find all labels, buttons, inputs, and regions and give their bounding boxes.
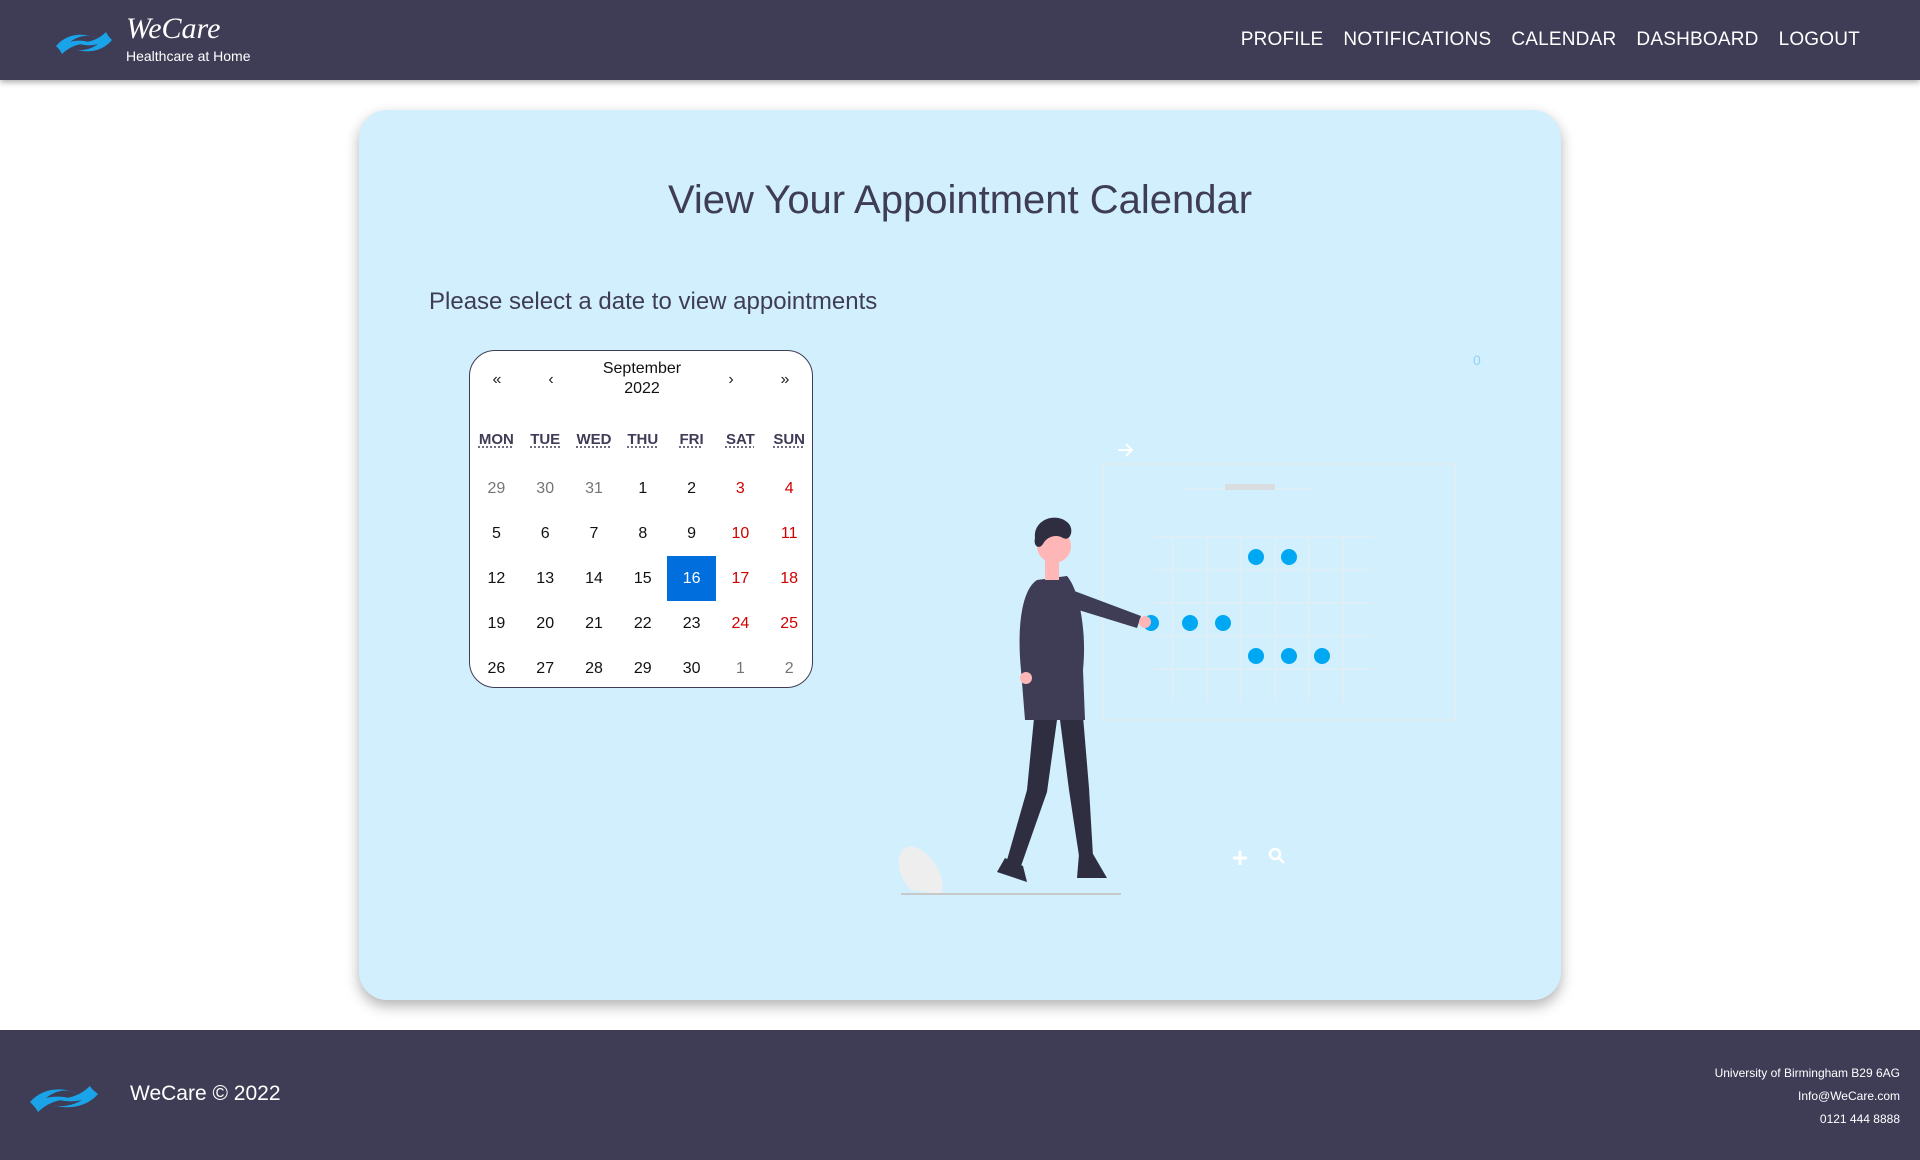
weekday-label: THU	[627, 431, 659, 448]
year-label: 2022	[624, 380, 660, 397]
calendar-day[interactable]: 1	[618, 466, 667, 511]
site-footer: WeCare © 2022 University of Birmingham B…	[0, 1030, 1920, 1160]
nav-calendar[interactable]: CALENDAR	[1511, 29, 1616, 51]
plus-icon	[1233, 851, 1247, 865]
page-title: View Your Appointment Calendar	[667, 178, 1253, 222]
nav-logout[interactable]: LOGOUT	[1779, 29, 1860, 51]
calendar-navigation: « ‹ September 2022 › »	[470, 351, 812, 411]
calendar-day[interactable]: 12	[472, 556, 521, 601]
calendar-day[interactable]: 25	[765, 601, 812, 646]
month-label: September	[602, 360, 682, 377]
calendar-day[interactable]: 1	[716, 646, 765, 687]
calendar-instructions: Please select a date to view appointment…	[429, 288, 878, 315]
footer-copyright: WeCare © 2022	[130, 1082, 281, 1105]
calendar-card: View Your Appointment Calendar Please se…	[359, 110, 1561, 1000]
footer-phone: 0121 444 8888	[1819, 1112, 1900, 1126]
calendar-day[interactable]: 29	[472, 466, 521, 511]
calendar-day[interactable]: 31	[570, 466, 619, 511]
prev-month-button[interactable]: ‹	[536, 365, 566, 395]
calendar-day[interactable]: 10	[716, 511, 765, 556]
calendar-widget: « ‹ September 2022 › » MON TUE WED THU F…	[469, 350, 813, 688]
weekday-label: FRI	[679, 431, 704, 448]
calendar-day[interactable]: 5	[472, 511, 521, 556]
calendar-day[interactable]: 17	[716, 556, 765, 601]
appointment-dots	[1143, 549, 1330, 664]
calendar-illustration	[898, 443, 1456, 895]
weekday-label: TUE	[530, 431, 561, 448]
calendar-day[interactable]: 4	[765, 466, 812, 511]
calendar-day[interactable]: 2	[667, 466, 716, 511]
month-year-label[interactable]: September 2022	[580, 359, 704, 399]
arrow-right-icon	[1118, 443, 1134, 457]
next-year-button[interactable]: »	[770, 365, 800, 395]
calendar-day[interactable]: 7	[570, 511, 619, 556]
calendar-day[interactable]: 29	[618, 646, 667, 687]
calendar-day[interactable]: 27	[521, 646, 570, 687]
calendar-day[interactable]: 22	[618, 601, 667, 646]
calendar-day[interactable]: 11	[765, 511, 812, 556]
footer-address: University of Birmingham B29 6AG	[1714, 1066, 1900, 1080]
leaf-icon	[898, 846, 943, 894]
calendar-day[interactable]: 24	[716, 601, 765, 646]
person-figure-icon	[997, 517, 1151, 882]
calendar-day[interactable]: 6	[521, 511, 570, 556]
calendar-day[interactable]: 20	[521, 601, 570, 646]
calendar-day[interactable]: 28	[570, 646, 619, 687]
day-grid: 29 30 31 1 2 3 4 5 6 7 8 9 10 11 12 13 1…	[472, 466, 812, 687]
prev-year-button[interactable]: «	[482, 365, 512, 395]
calendar-day-selected[interactable]: 16	[667, 556, 716, 601]
main-nav: PROFILE NOTIFICATIONS CALENDAR DASHBOARD…	[1241, 0, 1860, 80]
weekday-label: WED	[576, 431, 612, 448]
footer-logo-icon[interactable]	[26, 1072, 102, 1122]
weekday-label: MON	[478, 431, 514, 448]
calendar-day[interactable]: 2	[765, 646, 812, 687]
calendar-day[interactable]: 8	[618, 511, 667, 556]
calendar-day[interactable]: 21	[570, 601, 619, 646]
nav-profile[interactable]: PROFILE	[1241, 29, 1324, 51]
wecare-logo[interactable]: WeCare Healthcare at Home	[52, 12, 282, 68]
calendar-day[interactable]: 13	[521, 556, 570, 601]
brand-tagline: Healthcare at Home	[126, 48, 251, 64]
search-icon	[1268, 847, 1285, 864]
footer-contact: University of Birmingham B29 6AG Info@We…	[1715, 1062, 1900, 1131]
calendar-day[interactable]: 23	[667, 601, 716, 646]
nav-notifications[interactable]: NOTIFICATIONS	[1343, 29, 1491, 51]
calendar-day[interactable]: 19	[472, 601, 521, 646]
calendar-day[interactable]: 3	[716, 466, 765, 511]
logo-mark-icon	[56, 32, 112, 54]
stray-text: 0	[1473, 352, 1481, 368]
next-month-button[interactable]: ›	[716, 365, 746, 395]
calendar-day[interactable]: 14	[570, 556, 619, 601]
weekday-header: MON TUE WED THU FRI SAT SUN	[472, 431, 812, 448]
calendar-day[interactable]: 15	[618, 556, 667, 601]
nav-dashboard[interactable]: DASHBOARD	[1636, 29, 1758, 51]
calendar-day[interactable]: 30	[521, 466, 570, 511]
calendar-day[interactable]: 26	[472, 646, 521, 687]
brand-name: WeCare	[126, 12, 221, 45]
calendar-day[interactable]: 30	[667, 646, 716, 687]
calendar-day[interactable]: 9	[667, 511, 716, 556]
board-header-bar	[1225, 484, 1275, 490]
weekday-label: SUN	[773, 431, 806, 448]
footer-email[interactable]: Info@WeCare.com	[1715, 1085, 1900, 1108]
top-navbar: WeCare Healthcare at Home PROFILE NOTIFI…	[0, 0, 1920, 80]
calendar-day[interactable]: 18	[765, 556, 812, 601]
calendar-board-icon	[1102, 463, 1456, 721]
weekday-label: SAT	[725, 431, 755, 448]
